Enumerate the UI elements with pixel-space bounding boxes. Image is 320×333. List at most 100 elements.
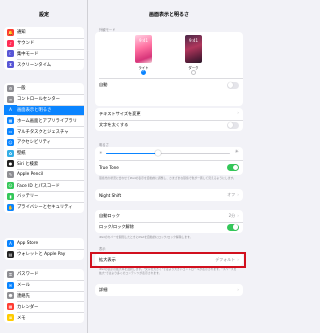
true-tone-label: True Tone: [99, 165, 119, 170]
chevron-right-icon: ›: [237, 193, 239, 198]
sidebar-item-label: コントロールセンター: [17, 97, 60, 103]
sidebar-item-label: メモ: [17, 315, 26, 321]
true-tone-toggle[interactable]: [227, 164, 239, 171]
sidebar-item[interactable]: A 画面表示と明るさ: [4, 104, 84, 116]
text-size-label: テキストサイズを変更: [99, 110, 141, 116]
bold-text-row: 文字を太くする: [99, 120, 239, 132]
sidebar-group: ⚙ 一般 ≡ コントロールセンター A 画面表示と明るさ ▦ ホーム画面とアプリライブラリ ▭ マ…: [4, 83, 84, 213]
display-zoom-card: 拡大表示 デフォルト ›: [95, 253, 243, 266]
auto-lock-row[interactable]: 自動ロック 2分 ›: [99, 210, 239, 222]
calendar-icon: ▦: [7, 303, 14, 311]
sidebar-item[interactable]: ✋ プライバシーとセキュリティ: [4, 201, 84, 213]
dark-mode-preview[interactable]: 9:41: [185, 35, 202, 63]
sidebar-item-label: 集中モード: [17, 51, 39, 57]
sidebar-item-label: カレンダー: [17, 304, 39, 310]
sidebar-item[interactable]: ☺ アクセシビリティ: [4, 136, 84, 148]
lock-unlock-row: ロック/ロック解除: [99, 222, 239, 234]
sidebar-item[interactable]: ⚙ 一般: [4, 83, 84, 94]
sidebar-item[interactable]: ♪ サウンド: [4, 37, 84, 49]
chevron-right-icon: ›: [237, 213, 239, 219]
settings-sidebar: 設定 🔔 通知 ♪ サウンド ☾ 集中モード ⧗ スクリーンタイム ⚙ 一般 ≡ コントロールセンター…: [0, 0, 88, 333]
true-tone-description: 環境光の状況に合わせてiPadの表示を自動的に調整し、さまざまな環境で色が一貫し…: [99, 176, 236, 180]
flower-icon: ✿: [7, 149, 14, 157]
display-zoom-description: iPadの表示の拡大率を選択します。"文字を大きく"ではより大きいコントロールが…: [99, 267, 237, 275]
auto-appearance-toggle[interactable]: [227, 81, 239, 89]
sidebar-item[interactable]: ▦ ホーム画面とアプリライブラリ: [4, 115, 84, 126]
faceid-icon: ☺: [7, 182, 14, 190]
brightness-thumb[interactable]: [155, 150, 162, 157]
sidebar-item[interactable]: ✉ メール: [4, 279, 84, 291]
battery-icon: ▮: [7, 192, 14, 200]
sidebar-item[interactable]: ● Siri と検索: [4, 158, 84, 170]
sidebar-item-label: アクセシビリティ: [17, 140, 51, 146]
sidebar-item-label: バッテリー: [17, 194, 39, 200]
true-tone-row: True Tone: [99, 161, 239, 174]
sidebar-item[interactable]: ▦ カレンダー: [4, 301, 84, 312]
sidebar-item[interactable]: ✿ 壁紙: [4, 147, 84, 159]
dark-mode-radio[interactable]: [191, 70, 196, 75]
sidebar-item-label: サウンド: [17, 41, 35, 47]
sidebar-item[interactable]: ▮ バッテリー: [4, 190, 84, 202]
appearance-card: 9:41 ライト ✓ 9:41 ダーク 自動: [95, 32, 243, 106]
night-shift-label: Night Shift: [99, 192, 122, 198]
hourglass-icon: ⧗: [7, 61, 14, 69]
sidebar-item[interactable]: ⚿ パスワード: [4, 269, 84, 280]
light-mode-preview[interactable]: 9:41: [135, 35, 152, 63]
brightness-slider[interactable]: [106, 150, 230, 157]
detail-label: 詳細: [99, 287, 108, 292]
grid-icon: ▦: [7, 117, 14, 125]
wallet-icon: ▤: [7, 250, 14, 258]
text-size-row[interactable]: テキストサイズを変更 ›: [99, 108, 239, 120]
night-shift-value: オフ: [227, 192, 236, 197]
chevron-right-icon: ›: [237, 287, 239, 293]
gear-icon: ⚙: [7, 84, 14, 92]
brightness-fill: [106, 152, 159, 154]
auto-appearance-row: 自動: [99, 79, 239, 91]
detail-row[interactable]: 詳細 ›: [99, 284, 239, 296]
dark-preview-time: 9:41: [189, 38, 198, 43]
sidebar-item-label: 連絡先: [17, 293, 30, 299]
sidebar-item-label: パスワード: [17, 272, 39, 278]
display-zoom-row[interactable]: 拡大表示 デフォルト ›: [99, 253, 239, 266]
auto-lock-value: 2分: [228, 212, 236, 218]
auto-appearance-label: 自動: [99, 82, 108, 87]
lock-unlock-label: ロック/ロック解除: [99, 224, 134, 230]
display-brightness-pane: 画面表示と明るさ 外観モード 9:41 ライト ✓ 9:41 ダーク 自動 テキ…: [88, 0, 250, 333]
sidebar-group: 🔔 通知 ♪ サウンド ☾ 集中モード ⧗ スクリーンタイム: [4, 27, 84, 71]
multitask-icon: ▭: [7, 128, 14, 136]
sidebar-item[interactable]: ✎ Apple Pencil: [4, 169, 84, 180]
display-zoom-value: デフォルト: [215, 256, 236, 262]
notes-icon: ≣: [7, 314, 14, 322]
sun-large-icon: ☀: [234, 149, 239, 155]
sidebar-item[interactable]: ≣ メモ: [4, 312, 84, 323]
sidebar-item[interactable]: 🔔 通知: [4, 27, 84, 38]
sidebar-item[interactable]: ☾ 集中モード: [4, 48, 84, 60]
night-shift-card: Night Shift オフ ›: [95, 189, 243, 201]
sidebar-item-label: マルチタスクとジェスチャ: [17, 129, 69, 135]
sidebar-item[interactable]: A App Store: [4, 238, 84, 249]
lock-unlock-description: iPadのカバーを開閉したときにiPadを自動的にロック/ロック解除します。: [99, 235, 193, 239]
bold-text-label: 文字を太くする: [99, 122, 129, 128]
bold-text-toggle[interactable]: [227, 121, 239, 129]
sidebar-item[interactable]: ≡ コントロールセンター: [4, 93, 84, 105]
sidebar-item[interactable]: ⧗ スクリーンタイム: [4, 59, 84, 70]
sidebar-group: A App Store ▤ ウォレットと Apple Pay: [4, 238, 84, 260]
sidebar-item-label: ホーム画面とアプリライブラリ: [17, 118, 78, 124]
mail-icon: ✉: [7, 281, 14, 289]
sidebar-item-label: 通知: [17, 30, 26, 36]
sidebar-item[interactable]: ☺ Face ID とパスコード: [4, 180, 84, 191]
sidebar-item-label: メール: [17, 283, 30, 289]
chevron-right-icon: ›: [237, 111, 239, 117]
night-shift-row[interactable]: Night Shift オフ ›: [99, 189, 239, 201]
sidebar-item-label: プライバシーとセキュリティ: [17, 205, 73, 211]
speaker-icon: ♪: [7, 39, 14, 47]
sidebar-item[interactable]: ▤ ウォレットと Apple Pay: [4, 248, 84, 260]
sidebar-item[interactable]: ☻ 連絡先: [4, 290, 84, 302]
lock-unlock-toggle[interactable]: [227, 223, 239, 231]
light-mode-radio-checked[interactable]: ✓: [141, 69, 146, 75]
brightness-card: ☀ ☀ True Tone: [95, 147, 243, 175]
sidebar-item[interactable]: ▭ マルチタスクとジェスチャ: [4, 126, 84, 137]
hand-icon: ✋: [7, 203, 14, 211]
detail-card: 詳細 ›: [95, 284, 243, 296]
key-icon: ⚿: [7, 270, 14, 278]
